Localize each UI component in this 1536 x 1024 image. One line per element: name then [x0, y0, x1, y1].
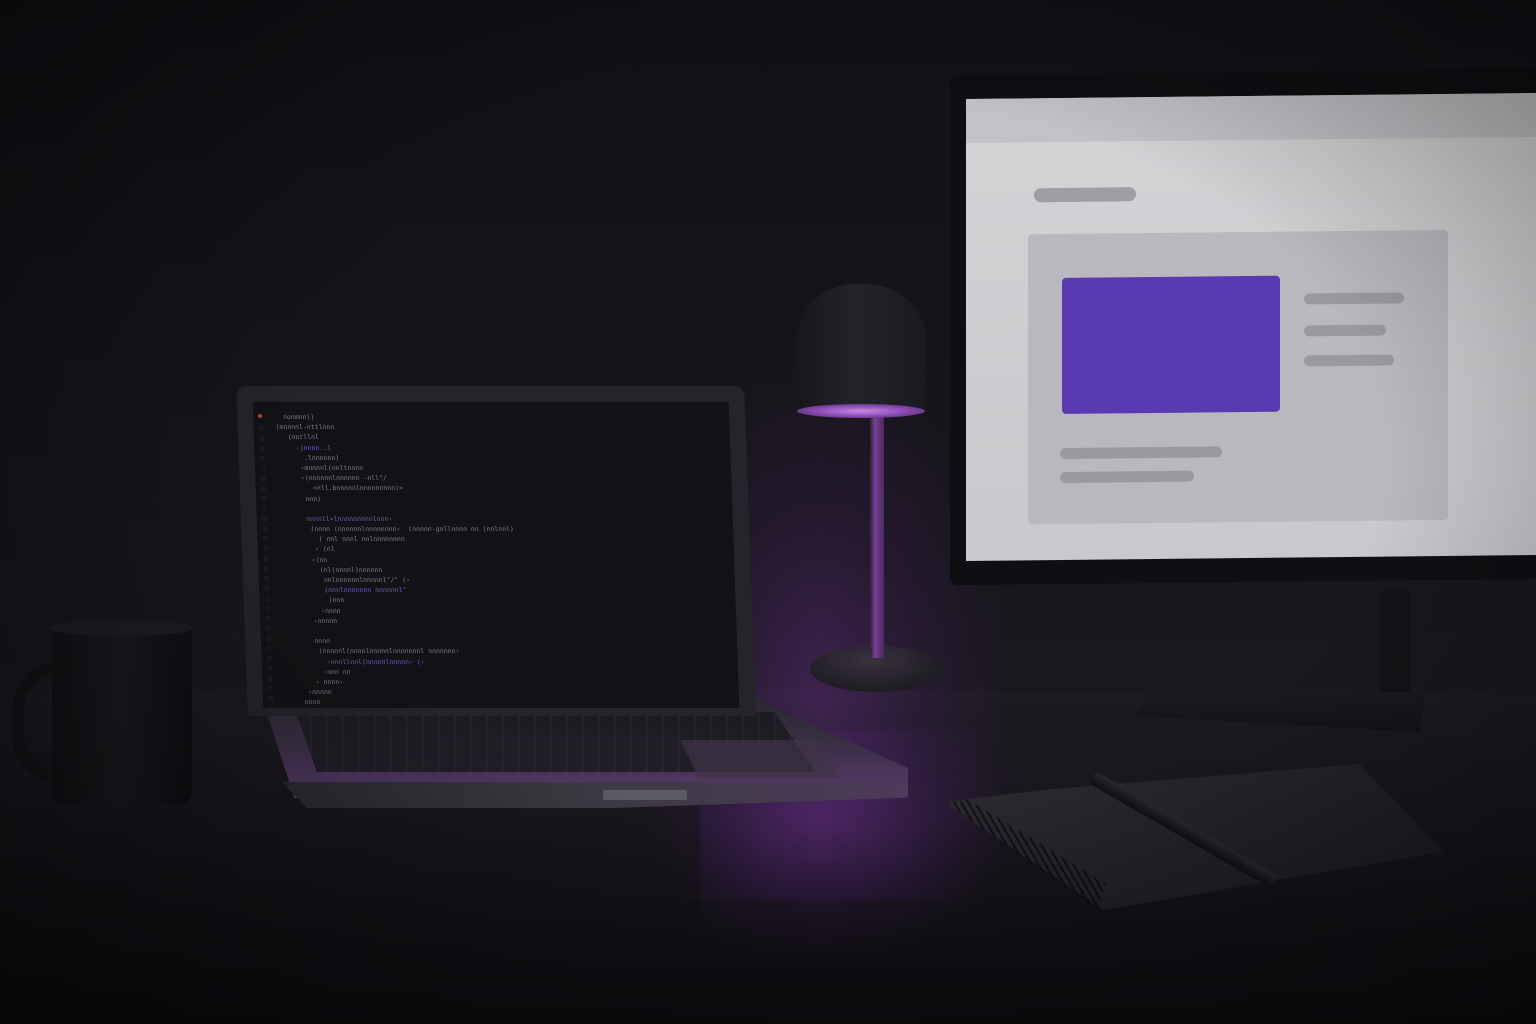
- gutter-mark: □: [261, 495, 266, 502]
- gutter-mark: □: [259, 435, 264, 442]
- monitor-screen: [966, 93, 1536, 561]
- gutter-mark: □: [259, 425, 264, 432]
- gutter-mark: □: [264, 555, 268, 562]
- code-line: ( nnl nnnl nnlnnnnnnnn: [279, 535, 405, 544]
- ui-hero-block: [1062, 275, 1280, 414]
- gutter-mark: □: [269, 704, 283, 708]
- gutter-mark: □: [266, 625, 271, 632]
- code-line: ‹nnnn: [281, 606, 341, 615]
- ui-line: [1304, 324, 1386, 337]
- editor-dot-icon: [258, 414, 263, 418]
- gutter-mark: □: [265, 595, 270, 602]
- ui-line: [1304, 354, 1394, 367]
- code-line: ‹(nnnnnnlnnnnnn -nll"/: [277, 474, 388, 483]
- gutter-mark: □: [263, 545, 268, 552]
- code-line: ‹nnn nn: [283, 667, 351, 676]
- code-line: (mnnnnl-nttlnnn: [275, 423, 335, 432]
- monitor-topbar: [966, 93, 1536, 143]
- gutter-mark: □: [265, 585, 269, 592]
- monitor-stand: [1380, 590, 1410, 700]
- ui-card: [1028, 229, 1448, 525]
- gutter-mark: □: [264, 575, 269, 582]
- gutter-mark: □: [263, 535, 268, 542]
- ui-line: [1060, 470, 1194, 484]
- gutter-mark: □: [266, 635, 271, 642]
- mug-icon: [52, 625, 192, 805]
- code-line: ‹nnnnn: [284, 688, 332, 697]
- desk-scene: □ □ □ □ □ □ □ □ □ □ □ □ □ □ □ □ □ □ □ □ □ □ □ □ □ □ □ □ □ nonmnn)) (m…: [0, 0, 1536, 1024]
- code-line: ‹(nn: [280, 555, 328, 564]
- gutter-mark: □: [267, 665, 272, 672]
- code-line: nnnn: [282, 637, 331, 646]
- mug-rim: [48, 620, 194, 636]
- gutter-mark: □: [268, 675, 273, 682]
- code-line: ‹nnnnn: [282, 616, 338, 625]
- gutter-mark: □: [266, 615, 270, 622]
- code-line: (nntllnl: [275, 433, 320, 442]
- gutter-mark: □: [260, 465, 265, 472]
- gutter-mark: □: [262, 515, 267, 522]
- laptop-notch: [603, 790, 687, 800]
- laptop-screen: □ □ □ □ □ □ □ □ □ □ □ □ □ □ □ □ □ □ □ □ □ □ □ □ □ □ □ □ □ nonmnn)) (m…: [252, 402, 740, 708]
- code-line: nnn): [277, 494, 322, 503]
- code-line: ‹mnnnnl(nnltnnnn: [276, 463, 364, 472]
- code-line: (nl(nnnnl)nnnnnn: [280, 565, 383, 574]
- lamp-light: [797, 404, 925, 418]
- gutter-mark: □: [268, 695, 273, 702]
- gutter-mark: □: [267, 655, 272, 662]
- gutter-mark: □: [264, 565, 269, 572]
- code-line: ‹jnnnn..l: [276, 443, 332, 452]
- ui-title-placeholder: [1034, 187, 1136, 203]
- code-line: nonmnn)): [275, 413, 315, 421]
- lamp-stem: [870, 416, 884, 658]
- code-line: (nnnnnl(nnnnlnnnnnlnnnnnnnl nnnnnnn›: [283, 647, 460, 656]
- code-line: nnnnll>lnnnnnnnnnlnnn›: [278, 514, 393, 523]
- gutter-mark: □: [260, 445, 265, 452]
- gutter-mark: □: [261, 485, 266, 492]
- ui-line: [1060, 446, 1222, 460]
- code-editor: nonmnn)) (mnnnnl-nttlnnn (nntllnl ‹jnnnn.…: [275, 412, 520, 707]
- code-line: ‹nnnllnnl(nnnnnlnnnnn› (›: [283, 657, 425, 666]
- gutter-mark: □: [260, 455, 265, 462]
- code-line: (nnn: [281, 596, 345, 605]
- code-line: ‹ (nl: [279, 545, 335, 554]
- code-line: <nll.bnnnnnlnnnnnnnnn)>: [277, 484, 404, 493]
- gutter-mark: □: [268, 685, 273, 692]
- gutter-mark: □: [262, 505, 267, 512]
- gutter-mark: □: [262, 525, 267, 532]
- gutter-mark: □: [265, 605, 270, 612]
- ui-line: [1304, 292, 1404, 305]
- code-line: .lnnnnnn): [276, 453, 340, 462]
- code-line: (nnnn (nnnnnnlnnnnnnnn› (nnnnn-gnllnnnn …: [278, 525, 515, 534]
- lamp-icon: [795, 284, 927, 414]
- code-line: ‹ nnnn›: [284, 677, 344, 686]
- code-line: nnlnnnnnnlnnnnnl"/" (›: [280, 576, 411, 584]
- code-line: (nnnlnnnnnnn nnnnnnl": [281, 586, 407, 595]
- gutter-mark: □: [267, 645, 272, 652]
- gutter-mark: □: [261, 475, 266, 482]
- code-line: nnnn: [285, 698, 321, 707]
- laptop-trackpad: [680, 740, 840, 778]
